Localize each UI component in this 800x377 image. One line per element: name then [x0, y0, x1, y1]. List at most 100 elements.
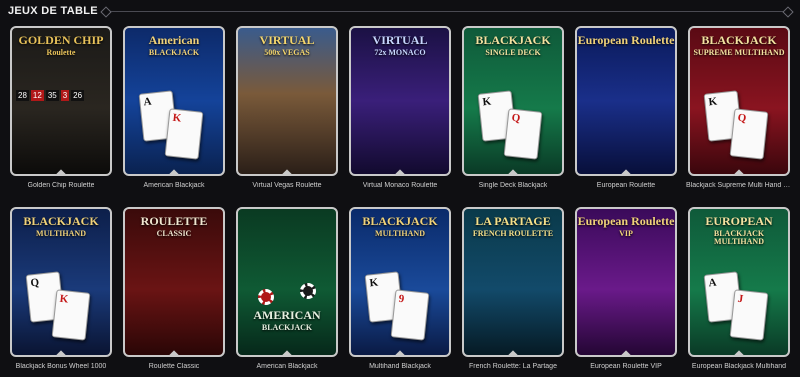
game-thumbnail[interactable]: LA PARTAGE FRENCH ROULETTE	[462, 207, 564, 357]
game-thumbnail[interactable]: European Roulette VIP	[575, 207, 677, 357]
game-title[interactable]: American Blackjack	[143, 182, 204, 189]
game-logo-title: EUROPEAN	[705, 214, 773, 228]
game-title[interactable]: French Roulette: La Partage	[469, 363, 557, 370]
roulette-wheel-icon	[367, 88, 437, 158]
game-logo-title: BLACKJACK	[23, 214, 99, 228]
game-logo-subtitle: SINGLE DECK	[485, 47, 541, 57]
game-tile[interactable]: BLACKJACK MULTIHAND Q K Blackjack Bonus Whee…	[10, 207, 112, 375]
game-tile[interactable]: EUROPEAN BLACKJACK MULTIHAND A J European Bl…	[688, 207, 790, 375]
game-logo: European Roulette VIP	[577, 215, 675, 238]
game-logo-title: VIRTUAL	[372, 33, 428, 47]
game-title[interactable]: Virtual Monaco Roulette	[363, 182, 438, 189]
game-tile[interactable]: VIRTUAL 500x VEGAS Virtual Vegas Roulette	[236, 26, 338, 194]
game-logo-title: BLACKJACK	[701, 33, 777, 47]
section-header: JEUX DE TABLE	[8, 4, 792, 18]
game-title[interactable]: American Blackjack	[256, 363, 317, 370]
game-logo-title: BLACKJACK	[475, 33, 551, 47]
game-logo: EUROPEAN BLACKJACK MULTIHAND	[690, 215, 788, 246]
game-logo-subtitle: CLASSIC	[156, 228, 192, 238]
roulette-number: 28	[16, 90, 29, 101]
game-thumbnail[interactable]: BLACKJACK MULTIHAND Q K	[10, 207, 112, 357]
game-logo-subtitle: MULTIHAND	[375, 228, 425, 238]
game-tile[interactable]: ROULETTE CLASSIC Roulette Classic	[123, 207, 225, 375]
section-title: JEUX DE TABLE	[8, 5, 98, 17]
roulette-wheel-icon	[480, 269, 550, 339]
game-thumbnail[interactable]: VIRTUAL 72x MONACO	[349, 26, 451, 176]
game-logo-title: ROULETTE	[140, 214, 208, 228]
game-thumbnail[interactable]: EUROPEAN BLACKJACK MULTIHAND A J	[688, 207, 790, 357]
game-logo: BLACKJACK MULTIHAND	[12, 215, 110, 238]
game-logo: AMERICAN BLACKJACK	[238, 309, 336, 332]
game-title[interactable]: European Blackjack Multihand	[692, 363, 786, 370]
game-logo: LA PARTAGE FRENCH ROULETTE	[464, 215, 562, 238]
game-tile[interactable]: AMERICAN BLACKJACK American Blackjack	[236, 207, 338, 375]
game-logo-subtitle: VIP	[619, 228, 633, 238]
playing-card-icon: J	[729, 289, 769, 341]
game-tile[interactable]: GOLDEN CHIP Roulette 28 12 35 3 26 Golden Chip …	[10, 26, 112, 194]
game-logo-title: AMERICAN	[253, 308, 321, 322]
game-thumbnail[interactable]: European Roulette	[575, 26, 677, 176]
game-title[interactable]: European Roulette VIP	[590, 363, 662, 370]
game-tile[interactable]: European Roulette VIP European Roulette VI…	[575, 207, 677, 375]
game-logo-title: LA PARTAGE	[475, 214, 551, 228]
chip-icon	[300, 283, 316, 299]
game-logo-title: American	[148, 33, 200, 47]
game-title[interactable]: Virtual Vegas Roulette	[252, 182, 321, 189]
playing-card-icon: Q	[729, 108, 769, 160]
game-thumbnail[interactable]: BLACKJACK SUPREME MULTIHAND K Q	[688, 26, 790, 176]
roulette-wheel-icon	[593, 269, 663, 339]
games-grid: GOLDEN CHIP Roulette 28 12 35 3 26 Golden Chip …	[10, 26, 792, 375]
header-divider	[105, 10, 788, 12]
game-tile[interactable]: BLACKJACK SUPREME MULTIHAND K Q Blackjack Su…	[686, 26, 792, 194]
game-tile[interactable]: American BLACKJACK A K American Blackjack	[123, 26, 225, 194]
game-logo: VIRTUAL 500x VEGAS	[238, 34, 336, 57]
game-thumbnail[interactable]: AMERICAN BLACKJACK	[236, 207, 338, 357]
game-logo-title: European Roulette	[577, 214, 675, 228]
game-logo-subtitle: MULTIHAND	[36, 228, 86, 238]
game-title[interactable]: Blackjack Bonus Wheel 1000	[16, 363, 107, 370]
game-tile[interactable]: European Roulette European Roulette	[575, 26, 677, 194]
game-title[interactable]: Blackjack Supreme Multi Hand Perfe...	[686, 182, 792, 189]
number-strip: 28 12 35 3 26	[16, 90, 85, 101]
game-title[interactable]: European Roulette	[597, 182, 655, 189]
game-title[interactable]: Single Deck Blackjack	[479, 182, 548, 189]
roulette-wheel-icon	[254, 88, 324, 158]
game-thumbnail[interactable]: VIRTUAL 500x VEGAS	[236, 26, 338, 176]
game-thumbnail[interactable]: BLACKJACK SINGLE DECK K Q	[462, 26, 564, 176]
playing-card-icon: K	[164, 108, 204, 160]
playing-card-icon: Q	[503, 108, 543, 160]
game-logo: European Roulette	[577, 34, 675, 47]
roulette-number: 12	[30, 90, 44, 101]
game-tile[interactable]: BLACKJACK SINGLE DECK K Q Single Deck Blackj…	[462, 26, 564, 194]
game-logo-subtitle: BLACKJACK MULTIHAND	[713, 228, 765, 246]
playing-card-icon: K	[51, 289, 91, 341]
playing-card-icon: 9	[390, 289, 430, 341]
game-title[interactable]: Golden Chip Roulette	[28, 182, 95, 189]
game-tile[interactable]: BLACKJACK MULTIHAND K 9 Multihand Blackjack	[349, 207, 451, 375]
game-logo-subtitle: BLACKJACK	[261, 322, 313, 332]
roulette-wheel-icon	[593, 88, 663, 158]
game-logo: ROULETTE CLASSIC	[125, 215, 223, 238]
game-thumbnail[interactable]: ROULETTE CLASSIC	[123, 207, 225, 357]
game-logo: BLACKJACK SUPREME MULTIHAND	[690, 34, 788, 57]
roulette-wheel-icon	[16, 116, 106, 174]
game-title[interactable]: Multihand Blackjack	[369, 363, 431, 370]
roulette-number: 35	[45, 90, 59, 101]
game-thumbnail[interactable]: GOLDEN CHIP Roulette 28 12 35 3 26	[10, 26, 112, 176]
game-thumbnail[interactable]: BLACKJACK MULTIHAND K 9	[349, 207, 451, 357]
game-logo-subtitle: FRENCH ROULETTE	[472, 228, 554, 238]
game-thumbnail[interactable]: American BLACKJACK A K	[123, 26, 225, 176]
roulette-number: 3	[60, 90, 70, 101]
game-logo-title: European Roulette	[577, 33, 675, 47]
game-logo: BLACKJACK SINGLE DECK	[464, 34, 562, 57]
game-logo-subtitle: BLACKJACK	[148, 47, 200, 57]
game-logo-title: VIRTUAL	[259, 33, 315, 47]
game-logo-subtitle: Roulette	[46, 47, 76, 57]
game-logo: GOLDEN CHIP Roulette	[12, 34, 110, 57]
game-logo: American BLACKJACK	[125, 34, 223, 57]
game-tile[interactable]: VIRTUAL 72x MONACO Virtual Monaco Roulette	[349, 26, 451, 194]
game-logo: VIRTUAL 72x MONACO	[351, 34, 449, 57]
game-logo: BLACKJACK MULTIHAND	[351, 215, 449, 238]
game-tile[interactable]: LA PARTAGE FRENCH ROULETTE French Roulette…	[462, 207, 564, 375]
game-title[interactable]: Roulette Classic	[149, 363, 200, 370]
